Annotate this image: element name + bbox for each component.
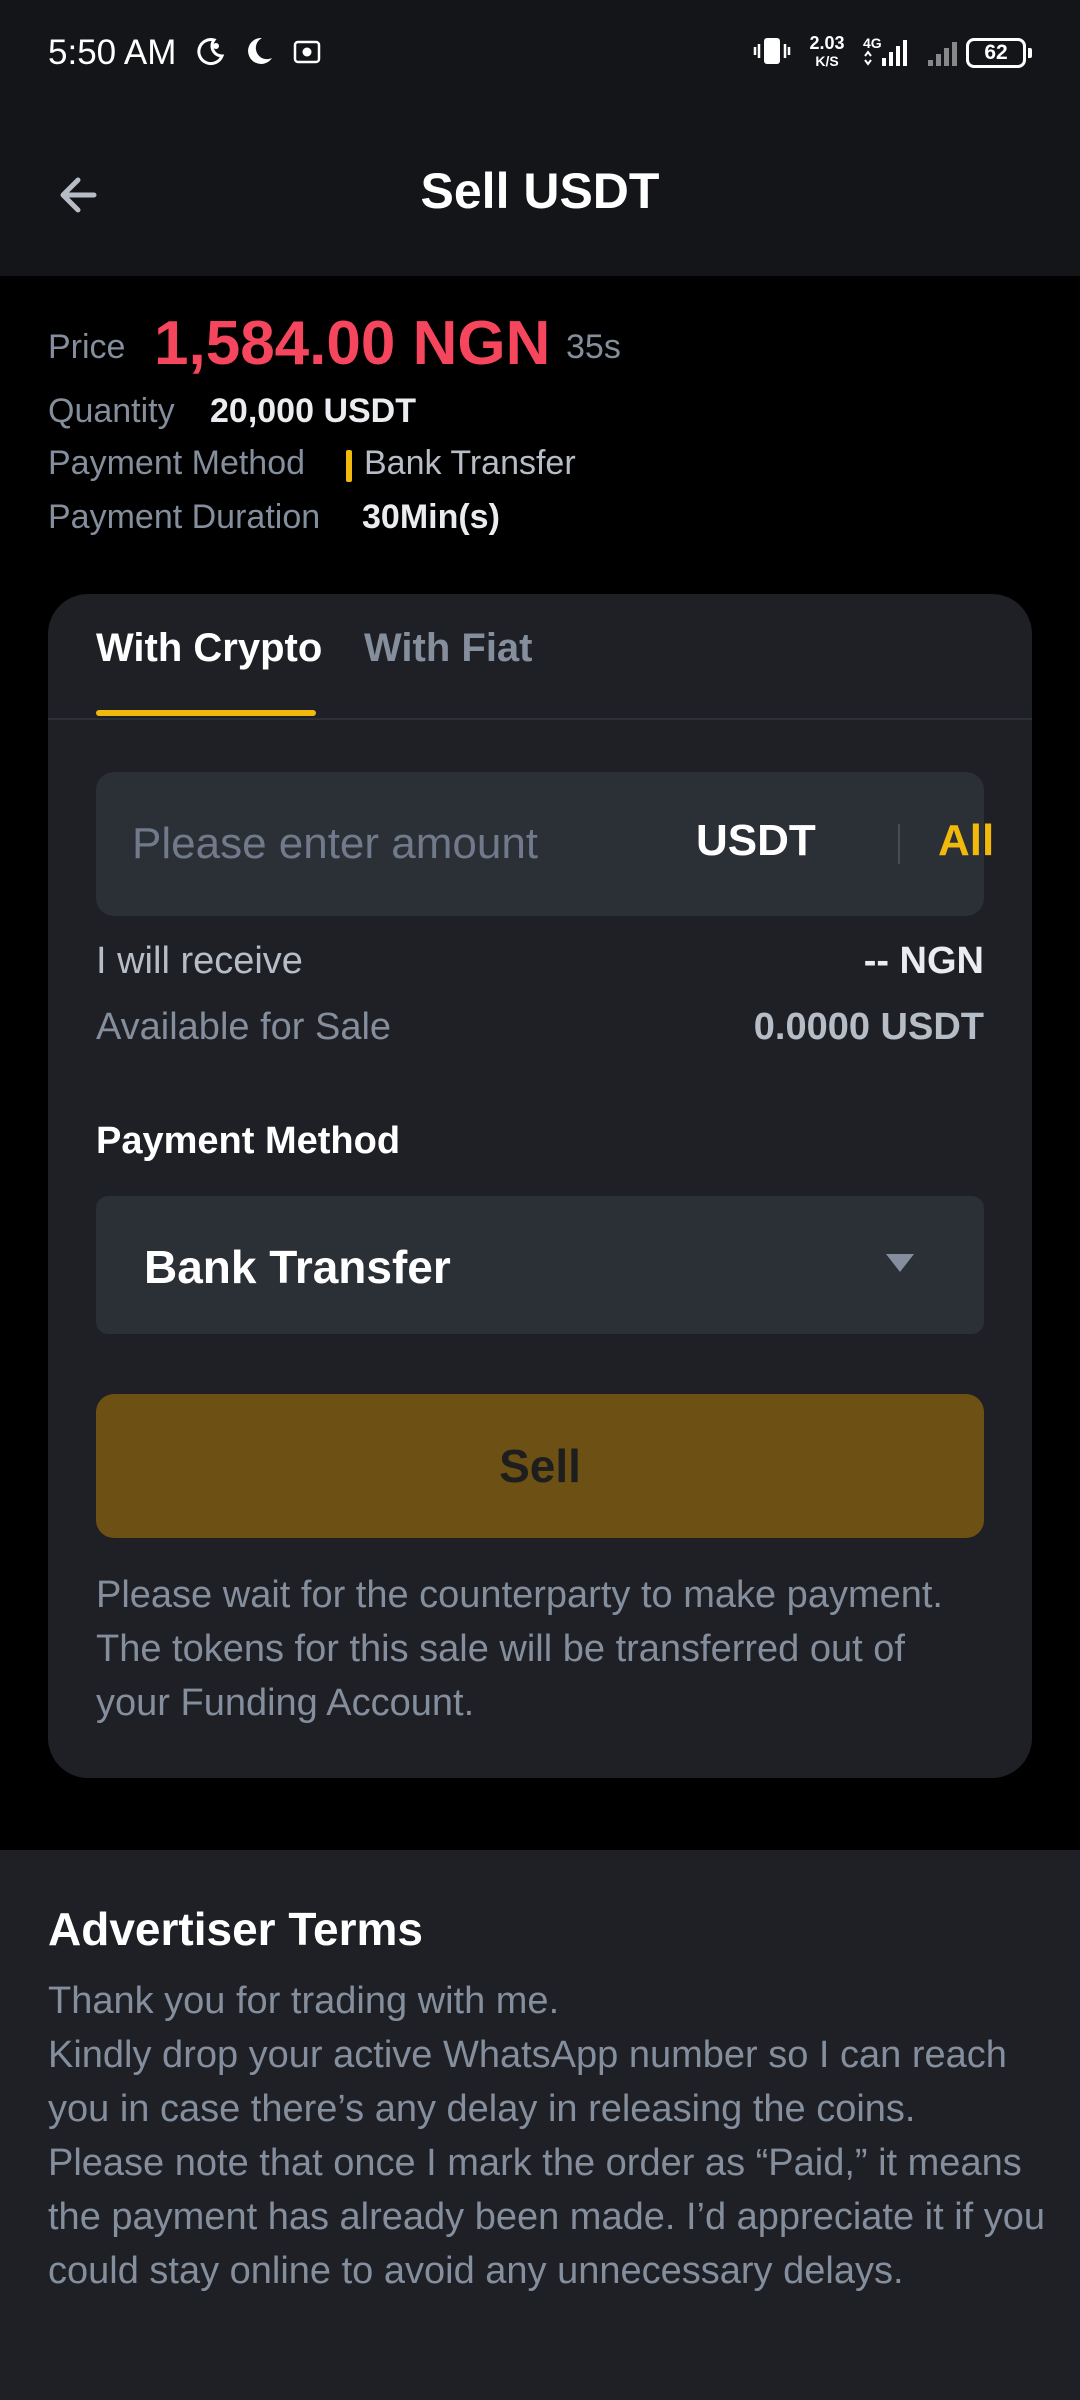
payment-method-select[interactable]: Bank Transfer (96, 1196, 984, 1334)
amount-divider (898, 824, 900, 864)
amount-input[interactable] (132, 814, 652, 874)
alarm-moon-icon (197, 38, 225, 66)
screenshot-icon (293, 40, 321, 64)
active-tab-indicator (96, 710, 316, 716)
terms-paragraph: Thank you for trading with me. (48, 1980, 560, 2022)
network-type: 4G (863, 35, 882, 51)
quantity-value: 20,000 USDT (210, 392, 416, 430)
page-title: Sell USDT (420, 163, 660, 219)
price-value: 1,584.00 NGN (154, 309, 551, 378)
quantity-label: Quantity (48, 392, 175, 430)
price-label: Price (48, 328, 126, 366)
status-bar: 5:50 AM 2.03 K/S 4G 62 (0, 0, 1080, 110)
available-value: 0.0000 USDT (753, 1006, 984, 1048)
receive-label: I will receive (96, 940, 303, 982)
terms-paragraph: Please note that once I mark the order a… (48, 2142, 1046, 2292)
signal-weak-icon (928, 42, 957, 66)
network-speed-value: 2.03 (809, 33, 845, 53)
quantity-row: Quantity 20,000 USDT (48, 392, 1038, 442)
terms-paragraph: Kindly drop your active WhatsApp number … (48, 2034, 1007, 2130)
vibrate-icon (753, 38, 791, 64)
amount-field: USDT All (96, 772, 994, 916)
available-label: Available for Sale (96, 1006, 392, 1048)
trade-card: With Crypto With Fiat USDT All I will re… (48, 594, 1032, 1778)
advertiser-terms: Advertiser Terms Thank you for trading w… (0, 1850, 1080, 2400)
sell-button[interactable]: Sell (96, 1394, 984, 1538)
signal-4g-icon: 4G (863, 35, 907, 66)
advertiser-terms-title: Advertiser Terms (48, 1903, 423, 1955)
sale-notice: Please wait for the counterparty to make… (96, 1574, 943, 1724)
available-row: Available for Sale 0.0000 USDT (96, 1006, 984, 1056)
network-speed: 2.03 K/S (806, 34, 848, 70)
all-button[interactable]: All (938, 816, 994, 866)
network-speed-unit: K/S (815, 53, 839, 69)
amount-unit: USDT (696, 816, 816, 865)
payment-method-color-bar (346, 450, 352, 482)
payment-duration-row: Payment Duration 30Min(s) (48, 498, 1038, 548)
do-not-disturb-moon-icon (248, 37, 272, 64)
payment-method-label: Payment Method (48, 444, 306, 482)
battery-indicator: 62 (966, 38, 1032, 68)
caret-down-icon (886, 1254, 914, 1272)
payment-method-title: Payment Method (96, 1120, 401, 1162)
trade-tabs: With Crypto With Fiat (48, 594, 1032, 720)
payment-method-row: Payment Method Bank Transfer (48, 444, 1038, 494)
payment-method-value: Bank Transfer (364, 444, 576, 482)
app-header: Sell USDT (0, 110, 1080, 276)
receive-row: I will receive -- NGN (96, 940, 984, 990)
tab-with-fiat[interactable]: With Fiat (364, 626, 533, 671)
tab-with-crypto[interactable]: With Crypto (96, 626, 322, 671)
receive-value: -- NGN (863, 940, 984, 982)
status-time: 5:50 AM (48, 33, 177, 72)
payment-duration-value: 30Min(s) (362, 498, 500, 536)
advertiser-terms-body: Thank you for trading with me. Kindly dr… (48, 1974, 1048, 2298)
payment-duration-label: Payment Duration (48, 498, 321, 536)
payment-method-selected: Bank Transfer (144, 1241, 451, 1293)
price-row: Price 1,584.00 NGN 35s (48, 300, 1038, 390)
price-countdown: 35s (566, 328, 621, 366)
